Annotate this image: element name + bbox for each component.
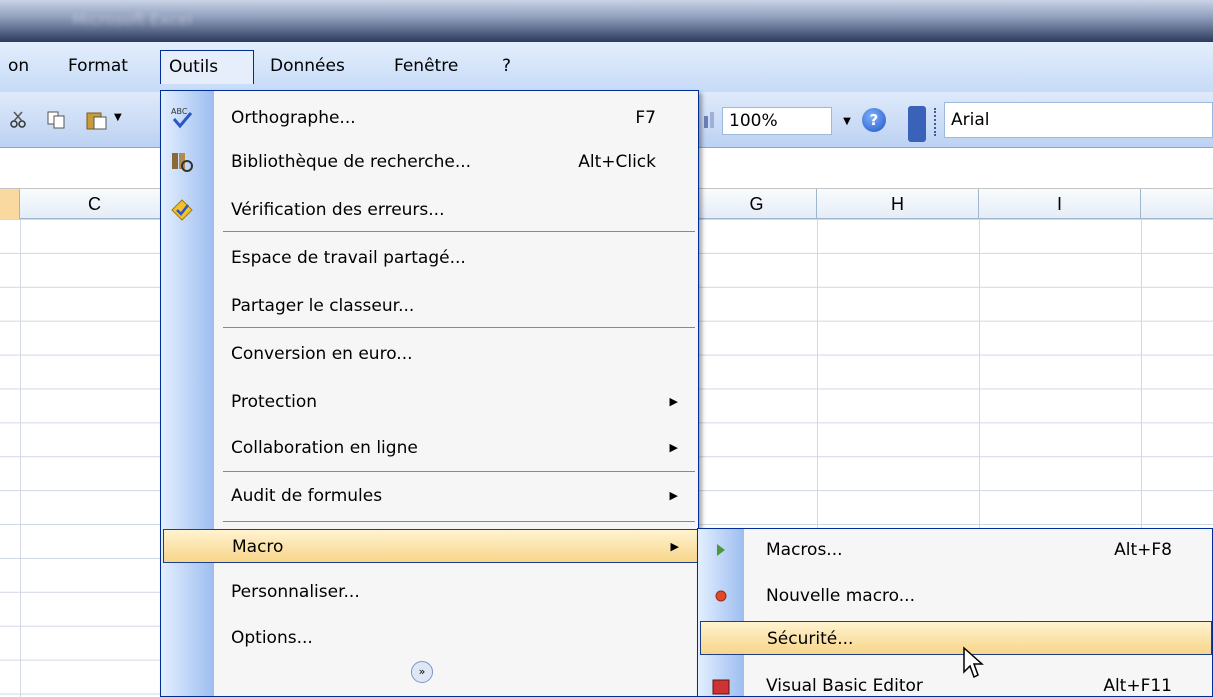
menu-help[interactable]: ? [494,50,519,84]
grid-line [20,219,21,697]
help-icon[interactable]: ? [862,108,886,132]
paste-icon[interactable] [86,110,112,130]
submenu-item-nouvelle-macro[interactable]: Nouvelle macro... [698,579,1212,613]
submenu-item-vb-editor[interactable]: Visual Basic Editor Alt+F11 [698,669,1212,697]
column-header-c[interactable]: C [20,189,170,219]
vb-editor-icon [710,675,732,697]
column-header-h[interactable]: H [817,189,979,219]
svg-text:ABC: ABC [171,107,188,116]
submenu-item-securite[interactable]: Sécurité... [700,621,1212,655]
submenu-arrow-icon: ▶ [670,540,679,553]
menu-bar: on Format Outils Données Fenêtre ? [0,42,1213,92]
menu-item-verification[interactable]: Vérification des erreurs... [161,193,698,227]
menu-separator [223,471,695,472]
menu-format[interactable]: Format [60,50,136,84]
paste-dropdown-icon[interactable]: ▼ [114,112,122,123]
menu-separator [223,231,695,232]
menu-item-macro[interactable]: Macro ▶ [163,529,698,563]
title-bar: Microsoft Excel [0,0,1213,42]
toolbar-options-icon[interactable] [908,106,926,142]
research-library-icon [169,149,195,175]
macro-submenu: Macros... Alt+F8 Nouvelle macro... Sécur… [697,528,1213,697]
spelling-abc-icon: ABC [169,105,195,131]
menu-separator [223,521,695,522]
menu-item-orthographe[interactable]: ABC Orthographe... F7 [161,101,698,135]
window-title: Microsoft Excel [72,10,193,29]
expand-menu-icon[interactable]: » [411,661,433,683]
cut-icon[interactable] [8,110,28,130]
menu-item-espace-travail[interactable]: Espace de travail partagé... [161,241,698,275]
menu-item-protection[interactable]: Protection ▶ [161,385,698,419]
menu-item-audit-formules[interactable]: Audit de formules ▶ [161,479,698,513]
menu-item-bibliotheque[interactable]: Bibliothèque de recherche... Alt+Click [161,145,698,179]
mouse-cursor-icon [963,646,984,679]
submenu-arrow-icon: ▶ [669,441,678,454]
menu-item-collaboration[interactable]: Collaboration en ligne ▶ [161,431,698,465]
submenu-arrow-icon: ▶ [669,489,678,502]
menu-separator [223,327,695,328]
column-header-g[interactable]: G [697,189,817,219]
record-macro-icon [710,585,732,607]
run-macro-icon [710,539,732,561]
zoom-box[interactable]: 100% [722,107,832,135]
submenu-arrow-icon: ▶ [669,395,678,408]
font-name-box[interactable]: Arial [944,102,1213,138]
menu-item-personnaliser[interactable]: Personnaliser... [161,575,698,609]
menu-item-partager-classeur[interactable]: Partager le classeur... [161,289,698,323]
chart-wizard-icon[interactable] [700,110,720,130]
outils-menu: ABC Orthographe... F7 Bibliothèque de re… [160,90,699,697]
menu-item-conversion-euro[interactable]: Conversion en euro... [161,337,698,371]
menu-donnees[interactable]: Données [262,50,353,84]
copy-icon[interactable] [46,110,66,130]
column-header-b[interactable] [0,189,20,219]
error-checking-icon [169,197,195,223]
menu-item-options[interactable]: Options... [161,621,698,655]
toolbar-separator [934,108,938,136]
menu-fenetre[interactable]: Fenêtre [386,50,466,84]
zoom-dropdown-icon[interactable]: ▼ [838,110,856,134]
column-header-i[interactable]: I [979,189,1141,219]
menu-outils[interactable]: Outils [160,50,254,84]
menu-insertion[interactable]: on [0,50,37,84]
submenu-item-macros[interactable]: Macros... Alt+F8 [698,533,1212,567]
